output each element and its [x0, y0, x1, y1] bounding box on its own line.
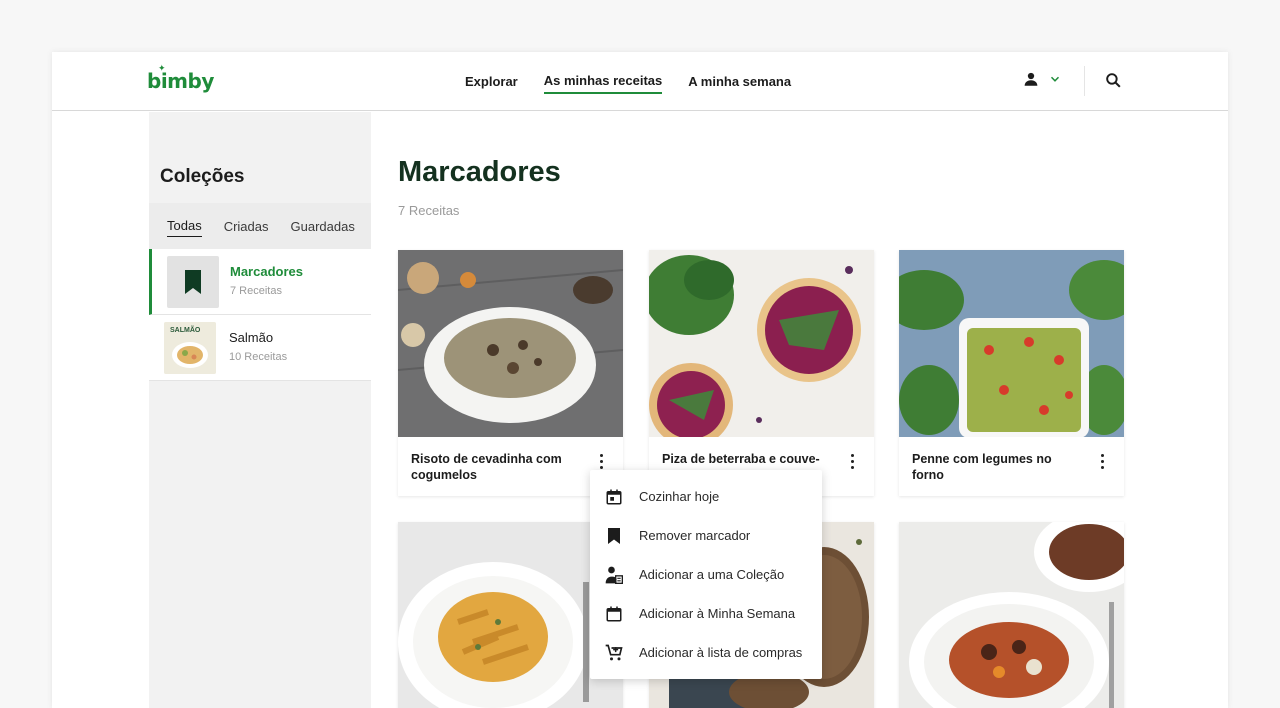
collection-thumb: SALMÃO [164, 322, 216, 374]
collections-title: Coleções [160, 166, 245, 187]
collection-name: Salmão [229, 330, 274, 345]
page-title: Marcadores [398, 156, 561, 188]
menu-item-label: Cozinhar hoje [639, 489, 720, 504]
bookmark-icon [604, 526, 624, 546]
menu-item-adicionar-colecao[interactable]: Adicionar a uma Coleção [590, 555, 822, 594]
recipe-image[interactable] [649, 250, 874, 437]
collection-count: 10 Receitas [229, 351, 288, 363]
menu-item-remover-marcador[interactable]: Remover marcador [590, 516, 822, 555]
search-icon [1106, 73, 1121, 88]
menu-item-label: Adicionar a uma Coleção [639, 567, 785, 582]
more-options-icon[interactable] [844, 451, 860, 471]
recipe-title[interactable]: Piza de beterraba e couve- [662, 451, 832, 467]
person-icon [1024, 72, 1038, 86]
add-shopping-cart-icon [604, 643, 624, 663]
recipe-image[interactable] [398, 250, 623, 437]
collection-item-salmao[interactable]: SALMÃO Salmão 10 Receitas [149, 315, 371, 381]
menu-item-label: Adicionar à Minha Semana [639, 606, 796, 621]
menu-item-adicionar-minha-semana[interactable]: Adicionar à Minha Semana [590, 594, 822, 633]
tab-guardadas[interactable]: Guardadas [291, 216, 355, 237]
recipe-card[interactable]: Piza de beterraba e couve- [649, 250, 874, 496]
nav-minhas-receitas[interactable]: As minhas receitas [543, 69, 663, 94]
recipe-card[interactable] [899, 522, 1124, 708]
thumb-text: SALMÃO [170, 325, 201, 334]
menu-item-adicionar-lista-compras[interactable]: Adicionar à lista de compras [590, 633, 822, 672]
recipe-count: 7 Receitas [398, 203, 460, 218]
user-menu-button[interactable] [1022, 70, 1062, 88]
recipe-image[interactable] [899, 250, 1124, 437]
add-to-collection-icon [604, 565, 624, 585]
top-navigation-bar: bimby ✦ Explorar As minhas receitas A mi… [52, 52, 1228, 111]
logo-leaf-icon: ✦ [158, 64, 166, 74]
calendar-today-icon [604, 487, 624, 507]
collections-tabs: Todas Criadas Guardadas [149, 203, 371, 249]
recipe-context-menu: Cozinhar hoje Remover marcador Adicionar… [590, 470, 822, 679]
search-button[interactable] [1104, 71, 1123, 95]
app-window: bimby ✦ Explorar As minhas receitas A mi… [52, 52, 1228, 708]
recipe-card[interactable]: Penne com legumes no forno [899, 250, 1124, 496]
more-options-icon[interactable] [1094, 451, 1110, 471]
recipe-title[interactable]: Penne com legumes no forno [912, 451, 1082, 483]
menu-item-cozinhar-hoje[interactable]: Cozinhar hoje [590, 477, 822, 516]
main-nav: Explorar As minhas receitas A minha sema… [465, 52, 791, 111]
bookmark-icon [185, 270, 201, 294]
tab-todas[interactable]: Todas [167, 215, 202, 237]
chevron-down-icon [1050, 76, 1060, 82]
salmon-dish-image: SALMÃO [164, 322, 216, 374]
collection-thumb [167, 256, 219, 308]
collection-item-marcadores[interactable]: Marcadores 7 Receitas [149, 249, 371, 315]
recipe-card[interactable]: Risoto de cevadinha com cogumelos [398, 250, 623, 496]
header-divider [1084, 66, 1085, 96]
recipe-image[interactable] [899, 522, 1124, 708]
menu-item-label: Adicionar à lista de compras [639, 645, 803, 660]
nav-explorar[interactable]: Explorar [465, 70, 518, 93]
recipe-title[interactable]: Risoto de cevadinha com cogumelos [411, 451, 581, 483]
collections-sidebar: Coleções Todas Criadas Guardadas Marcado… [149, 112, 371, 708]
menu-item-label: Remover marcador [639, 528, 751, 543]
tab-criadas[interactable]: Criadas [224, 216, 269, 237]
collection-name: Marcadores [230, 264, 303, 279]
more-options-icon[interactable] [593, 451, 609, 471]
collection-count: 7 Receitas [230, 285, 282, 297]
bimby-logo[interactable]: bimby ✦ [147, 64, 214, 93]
calendar-icon [604, 604, 624, 624]
nav-minha-semana[interactable]: A minha semana [688, 70, 791, 93]
